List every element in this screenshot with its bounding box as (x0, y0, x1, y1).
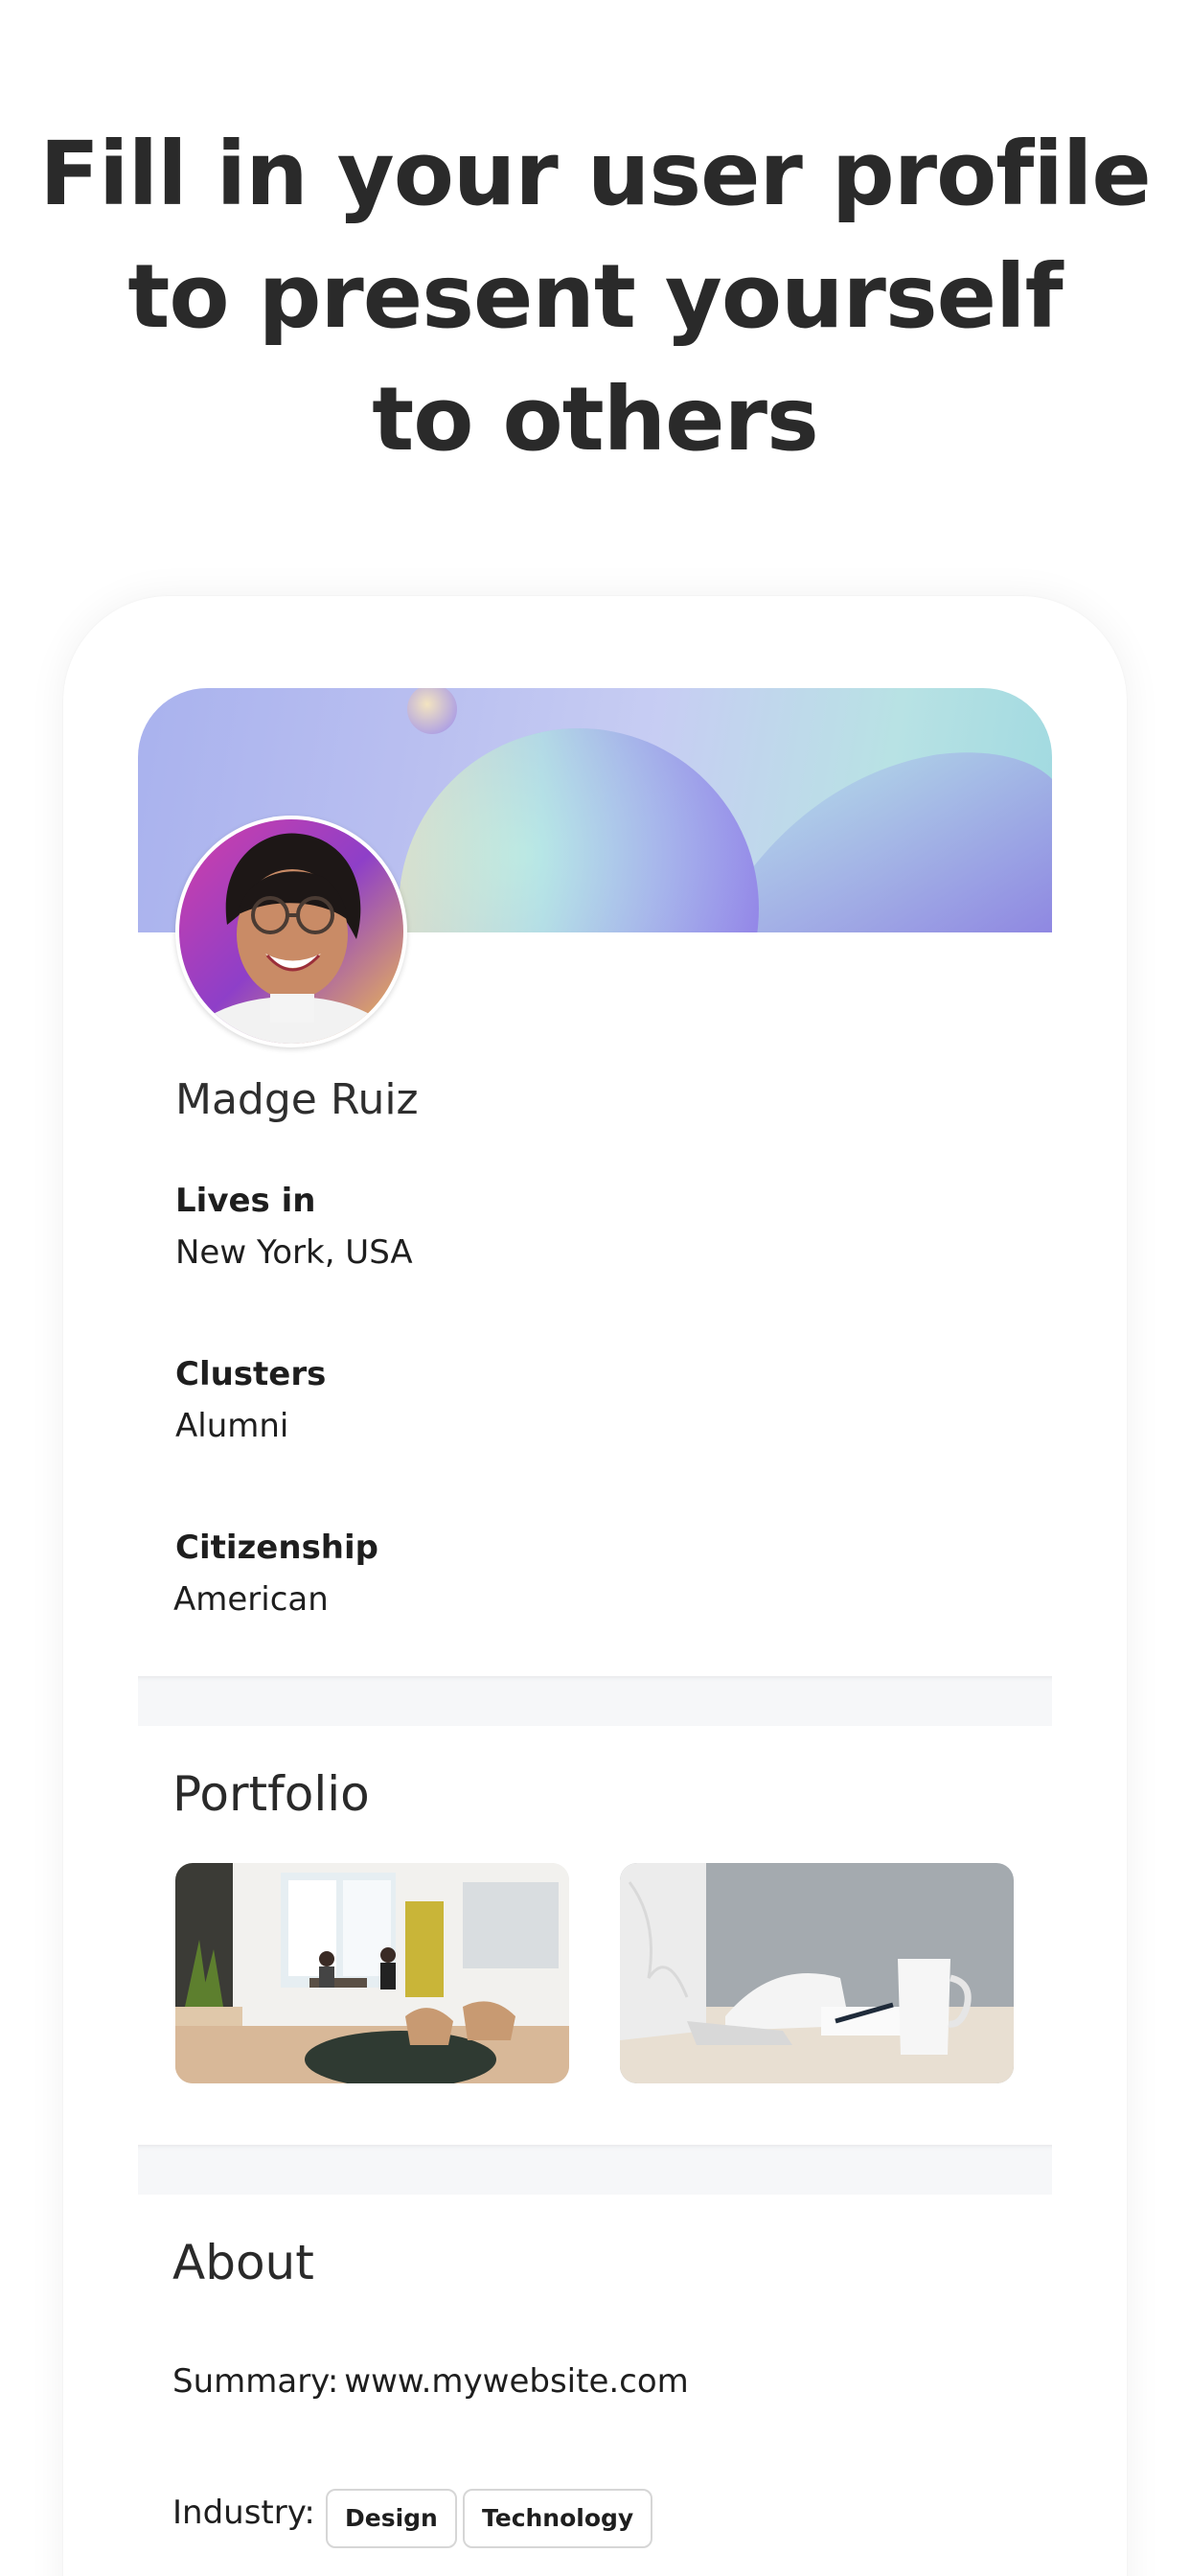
headline-line-3: to others (372, 368, 818, 471)
summary-label: Summary: (172, 2362, 339, 2401)
section-divider (138, 1676, 1052, 1726)
portfolio-title: Portfolio (172, 1766, 370, 1822)
section-divider (138, 2145, 1052, 2195)
citizenship-value: American (173, 1580, 329, 1619)
profile-avatar[interactable] (175, 816, 407, 1047)
clusters-label: Clusters (175, 1355, 327, 1393)
laptop-desk-photo (620, 1863, 1014, 2083)
summary-row: Summary: www.mywebsite.com (172, 2362, 689, 2401)
industry-tag-technology[interactable]: Technology (463, 2489, 653, 2548)
industry-tag-design[interactable]: Design (326, 2489, 457, 2548)
avatar-photo (179, 819, 403, 1044)
headline-line-1: Fill in your user profile (39, 123, 1152, 225)
portfolio-item[interactable] (620, 1863, 1014, 2083)
lives-in-label: Lives in (175, 1182, 316, 1220)
headline-line-2: to present yourself (127, 245, 1063, 348)
citizenship-label: Citizenship (175, 1529, 379, 1567)
clusters-value: Alumni (175, 1407, 289, 1445)
about-title: About (172, 2235, 314, 2290)
office-interior-photo (175, 1863, 569, 2083)
page-headline: Fill in your user profile to present you… (0, 113, 1190, 481)
profile-name: Madge Ruiz (175, 1075, 419, 1124)
lives-in-value: New York, USA (175, 1233, 413, 1272)
industry-label: Industry: (172, 2494, 315, 2532)
portfolio-item[interactable] (175, 1863, 569, 2083)
summary-link[interactable]: www.mywebsite.com (344, 2362, 689, 2401)
